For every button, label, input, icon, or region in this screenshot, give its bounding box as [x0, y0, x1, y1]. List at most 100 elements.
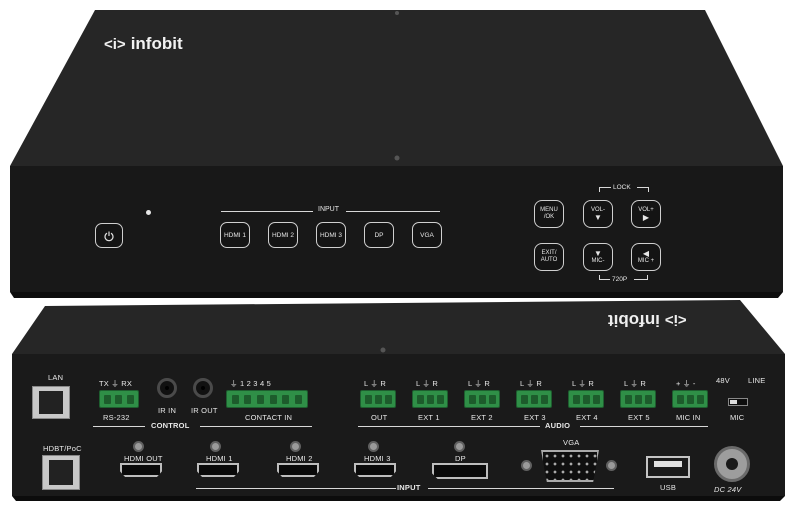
input-group-line-right [346, 211, 440, 212]
lock-bracket-left [599, 187, 611, 188]
input-line-left [196, 488, 396, 489]
ir-out-jack[interactable] [193, 378, 213, 398]
rear-brand-logo-text: infobit [608, 311, 660, 330]
ext5-terminal[interactable] [620, 390, 656, 408]
ext3-label: EXT 3 [524, 413, 546, 422]
ext5-label: EXT 5 [628, 413, 650, 422]
triangle-down-icon: ▼ [594, 248, 602, 258]
usb-port[interactable] [646, 456, 690, 478]
hdmi2-in-label: HDMI 2 [286, 454, 313, 463]
res-bracket-right [634, 279, 647, 280]
contact-in-label: CONTACT IN [245, 413, 293, 422]
ext4-terminal[interactable] [568, 390, 604, 408]
lock-label: LOCK [613, 184, 631, 191]
power-button[interactable] [95, 223, 123, 248]
mic-minus-label: MIC- [591, 257, 605, 264]
res-bracket-left-tick [599, 275, 600, 280]
ext1-terminal[interactable] [412, 390, 448, 408]
ext2-label: EXT 2 [471, 413, 493, 422]
hdmi1-in-port[interactable] [197, 463, 239, 477]
ir-out-label: IR OUT [191, 406, 218, 415]
brand-logo-text: infobit [130, 34, 183, 53]
dp-port[interactable] [432, 463, 488, 479]
ext4-pins: L ⏚ R [572, 379, 594, 388]
hdmi2-button[interactable]: HDMI 2 [268, 222, 298, 248]
dc-jack-center [726, 458, 738, 470]
rear-unit: <i> infobit LAN TX ⏚ RX RS-232 IR IN IR … [0, 296, 794, 505]
triangle-left-icon: ◀ [642, 248, 650, 258]
usb-label: USB [660, 483, 677, 492]
vga-label: VGA [563, 438, 580, 447]
ext1-pins: L ⏚ R [416, 379, 438, 388]
mic-plus-label: MIC + [637, 257, 655, 264]
hdmi3-button[interactable]: HDMI 3 [316, 222, 346, 248]
ir-in-jack[interactable] [157, 378, 177, 398]
input-heading: INPUT [318, 206, 339, 213]
vga-port[interactable] [541, 450, 599, 482]
power-icon [104, 231, 114, 241]
hdbt-port[interactable] [42, 455, 80, 490]
contact-pins: ⏚ 1 2 3 4 5 [230, 379, 271, 388]
exit-auto-label: EXIT/ AUTO [540, 250, 558, 263]
triangle-right-icon: ▶ [642, 212, 650, 222]
hdmi1-screw [210, 441, 221, 452]
contact-in-terminal[interactable] [226, 390, 308, 408]
power-led [146, 210, 151, 215]
vga-screw-left [521, 460, 532, 471]
hdmi-out-port[interactable] [120, 463, 162, 477]
hdmi3-in-label: HDMI 3 [364, 454, 391, 463]
hdmi-out-screw [133, 441, 144, 452]
dc-label: DC 24V [714, 485, 742, 494]
dp-screw [454, 441, 465, 452]
input-line-right [428, 488, 614, 489]
dp-label: DP [455, 454, 466, 463]
hdmi3-in-port[interactable] [354, 463, 396, 477]
mic-plus-button[interactable]: ◀ MIC + [631, 243, 661, 271]
vga-screw-right [606, 460, 617, 471]
control-line-left [93, 426, 145, 427]
lan-port[interactable] [32, 386, 70, 419]
lock-bracket-left-tick [599, 187, 600, 192]
lock-bracket-right-tick [648, 187, 649, 192]
ext2-terminal[interactable] [464, 390, 500, 408]
dp-button[interactable]: DP [364, 222, 394, 248]
ext3-pins: L ⏚ R [520, 379, 542, 388]
ext5-pins: L ⏚ R [624, 379, 646, 388]
rs232-terminal[interactable] [99, 390, 139, 408]
control-label: CONTROL [151, 421, 190, 430]
audio-out-pins: L ⏚ R [364, 379, 386, 388]
dc-power-jack[interactable] [714, 446, 750, 482]
ext1-label: EXT 1 [418, 413, 440, 422]
menu-ok-label: MENU /OK [540, 207, 558, 220]
mic-minus-button[interactable]: ▼ MIC- [583, 243, 613, 271]
hdmi1-button[interactable]: HDMI 1 [220, 222, 250, 248]
audio-label: AUDIO [545, 421, 571, 430]
mic-pins: + ⏚ - [676, 379, 696, 388]
audio-out-label: OUT [371, 413, 388, 422]
audio-out-terminal[interactable] [360, 390, 396, 408]
front-unit: <i> infobit INPUT HDMI 1 HDMI 2 HDMI 3 D… [0, 0, 794, 300]
menu-ok-button[interactable]: MENU /OK [534, 200, 564, 228]
vga-button[interactable]: VGA [412, 222, 442, 248]
hdmi3-screw [368, 441, 379, 452]
resolution-label: 720P [612, 276, 628, 283]
lan-label: LAN [48, 373, 64, 382]
rear-input-label: INPUT [397, 483, 421, 492]
hdmi2-in-port[interactable] [277, 463, 319, 477]
ext3-terminal[interactable] [516, 390, 552, 408]
audio-line-right [580, 426, 708, 427]
brand-logo-symbol: <i> [104, 35, 126, 53]
rear-brand-logo-symbol: <i> [664, 311, 687, 329]
line-label: LINE [748, 376, 766, 385]
res-bracket-right-tick [647, 275, 648, 280]
rear-brand-logo: <i> infobit [608, 310, 687, 330]
phantom-48v-label: 48V [716, 376, 730, 385]
mic-in-terminal[interactable] [672, 390, 708, 408]
mic-label: MIC [730, 413, 745, 422]
exit-auto-button[interactable]: EXIT/ AUTO [534, 243, 564, 271]
usb-tongue [654, 461, 682, 467]
brand-logo: <i> infobit [104, 34, 183, 54]
vol-minus-button[interactable]: VOL- ▼ [583, 200, 613, 228]
line-mic-switch[interactable] [728, 398, 748, 406]
vol-plus-button[interactable]: VOL+ ▶ [631, 200, 661, 228]
